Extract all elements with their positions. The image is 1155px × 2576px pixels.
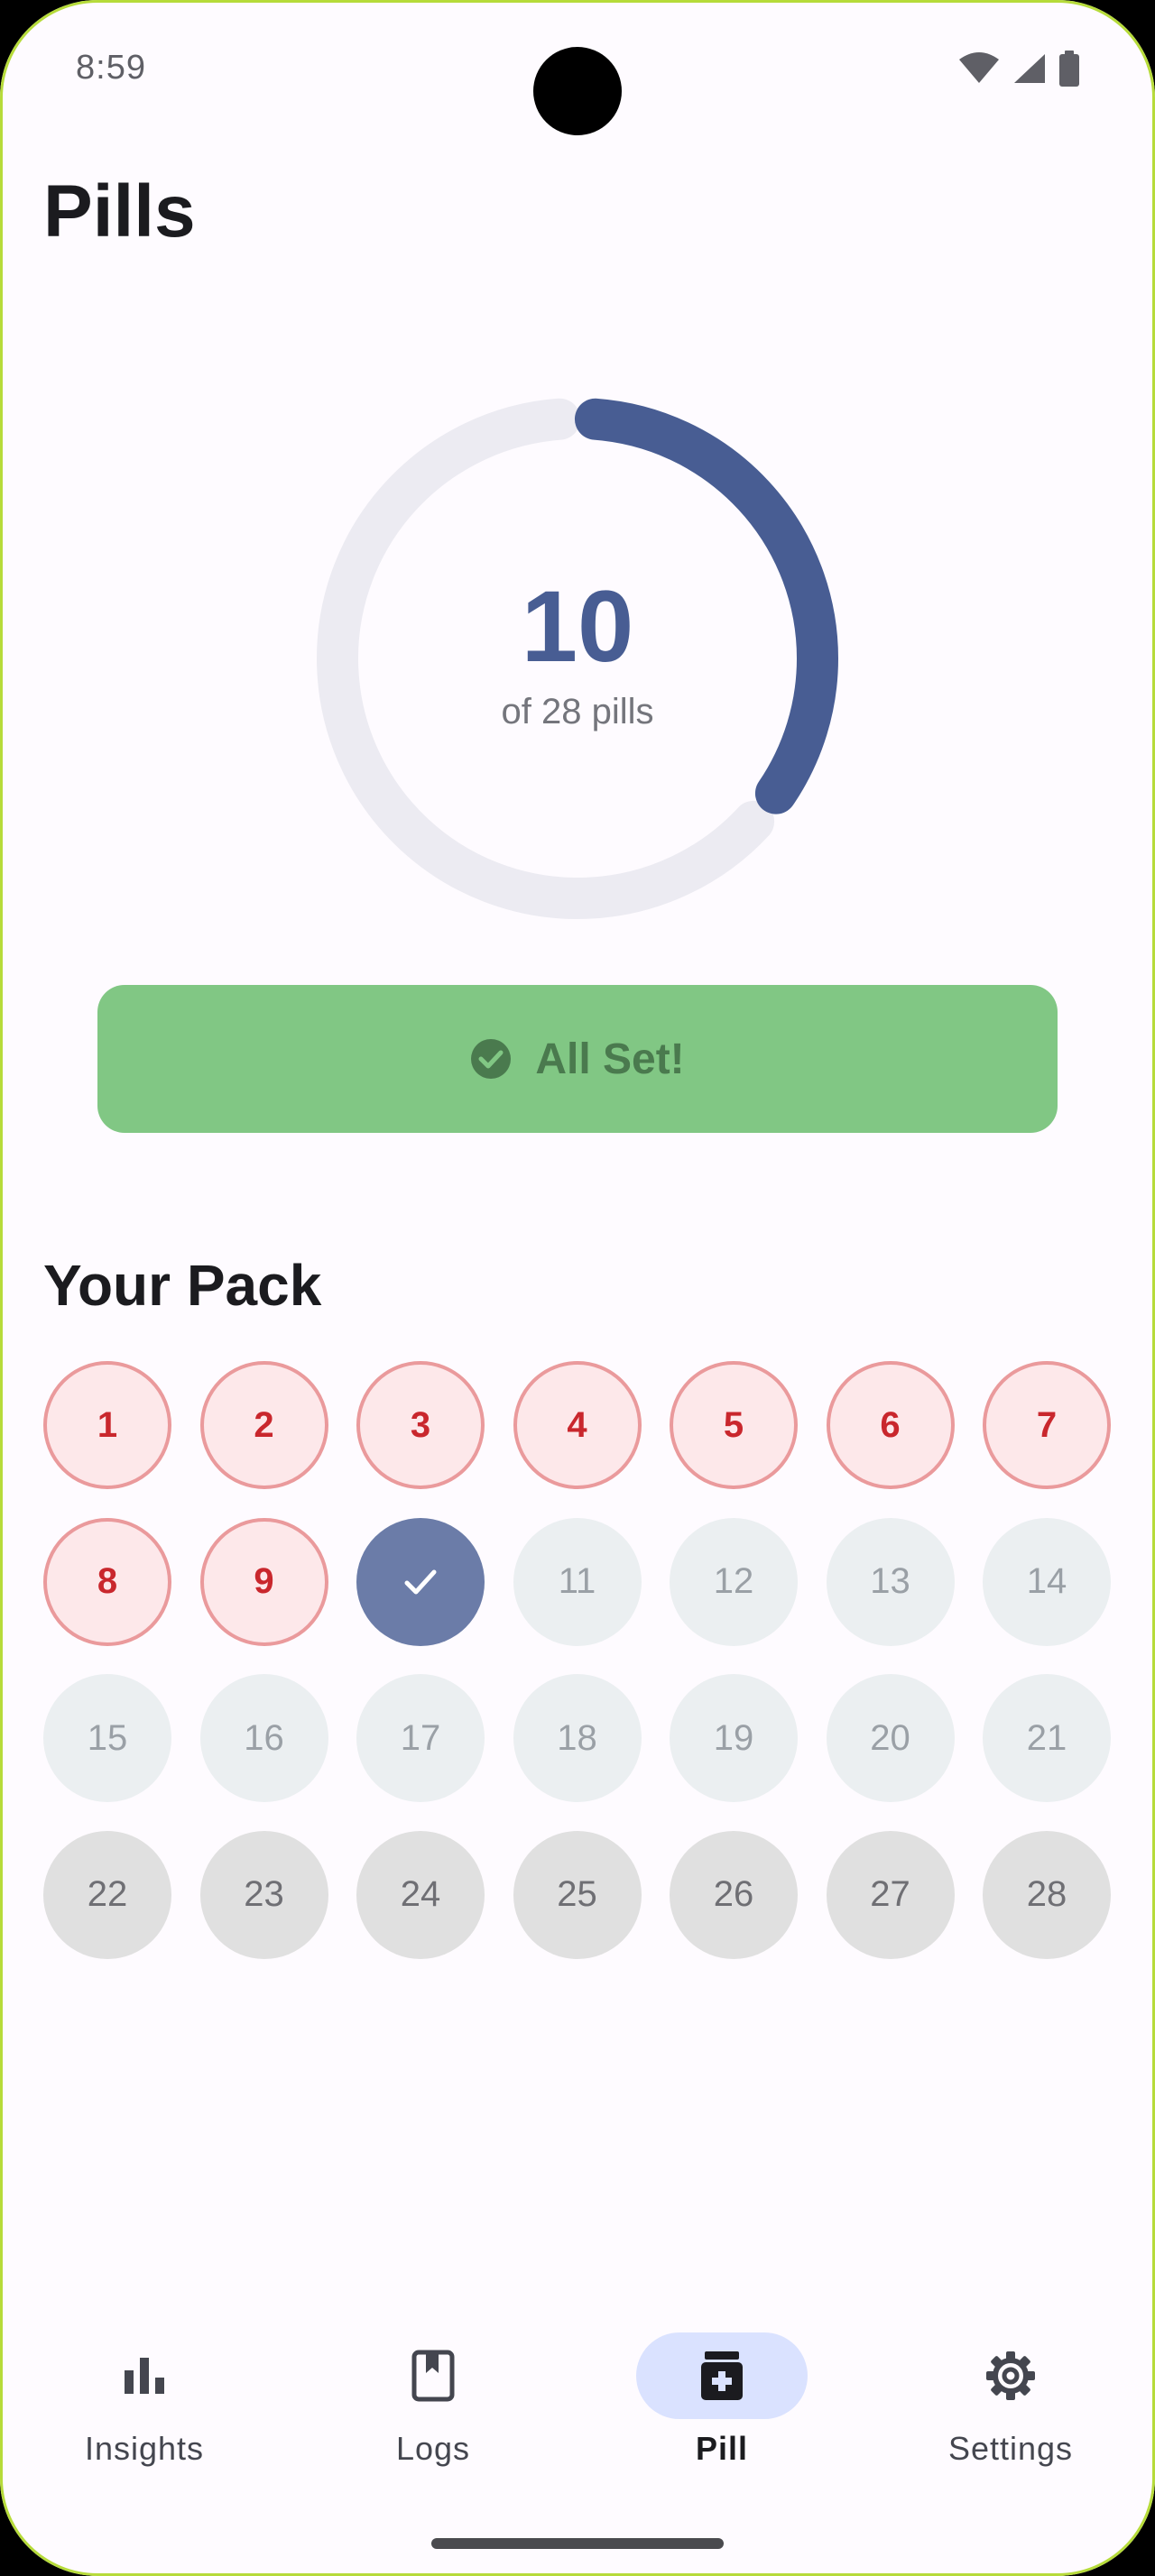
pill-day-23[interactable]: 23: [199, 1830, 328, 1959]
pill-day-number: 18: [557, 1717, 597, 1758]
pill-day-number: 1: [97, 1404, 118, 1445]
nav-item-logs[interactable]: Logs: [289, 2309, 578, 2489]
wifi-icon: [959, 52, 999, 83]
pill-day-number: 9: [254, 1561, 274, 1601]
phone-screen: 8:59 Pills 10 of 28 pills All Set! Your …: [0, 0, 1155, 2576]
pill-day-10[interactable]: [356, 1517, 485, 1646]
pill-day-number: 24: [400, 1874, 441, 1914]
pill-day-14[interactable]: 14: [983, 1517, 1111, 1646]
all-set-label: All Set!: [535, 1035, 685, 1083]
pill-day-number: 12: [713, 1561, 754, 1601]
nav-label-pill: Pill: [695, 2430, 749, 2467]
gear-icon: [986, 2351, 1035, 2400]
nav-icon-container: [347, 2332, 519, 2419]
pill-day-9[interactable]: 9: [199, 1517, 328, 1646]
pill-day-4[interactable]: 4: [513, 1361, 642, 1489]
pill-day-number: 2: [254, 1404, 274, 1445]
pill-day-5[interactable]: 5: [670, 1361, 798, 1489]
pill-day-16[interactable]: 16: [199, 1674, 328, 1802]
section-title-your-pack: Your Pack: [43, 1253, 322, 1318]
pill-day-13[interactable]: 13: [826, 1517, 955, 1646]
pill-day-3[interactable]: 3: [356, 1361, 485, 1489]
home-indicator[interactable]: [431, 2538, 724, 2549]
pill-day-number: 5: [723, 1404, 744, 1445]
pill-day-24[interactable]: 24: [356, 1830, 485, 1959]
medication-icon: [701, 2351, 743, 2400]
pill-day-6[interactable]: 6: [826, 1361, 955, 1489]
pill-day-11[interactable]: 11: [513, 1517, 642, 1646]
pill-day-22[interactable]: 22: [43, 1830, 171, 1959]
pill-day-number: 21: [1026, 1717, 1067, 1758]
pill-day-12[interactable]: 12: [670, 1517, 798, 1646]
progress-ring: 10 of 28 pills: [307, 388, 848, 929]
bottom-navigation: Insights Logs Pill Settings: [0, 2309, 1155, 2489]
pill-day-18[interactable]: 18: [513, 1674, 642, 1802]
pill-day-7[interactable]: 7: [983, 1361, 1111, 1489]
pill-day-8[interactable]: 8: [43, 1517, 171, 1646]
pill-day-number: 7: [1036, 1404, 1058, 1445]
pill-day-number: 4: [567, 1404, 587, 1445]
signal-icon: [1014, 54, 1045, 83]
pill-day-number: 14: [1026, 1561, 1067, 1601]
pill-day-number: 20: [870, 1717, 910, 1758]
pill-day-19[interactable]: 19: [670, 1674, 798, 1802]
pills-total-label: of 28 pills: [501, 691, 654, 731]
nav-item-pill[interactable]: Pill: [578, 2309, 866, 2489]
battery-icon: [1059, 51, 1079, 87]
pill-day-number: 27: [870, 1874, 910, 1914]
pill-day-number: 3: [410, 1404, 431, 1445]
pill-day-20[interactable]: 20: [826, 1674, 955, 1802]
pill-day-number: 26: [713, 1874, 754, 1914]
pill-day-number: 28: [1026, 1874, 1067, 1914]
nav-label-settings: Settings: [947, 2430, 1074, 2467]
page-title: Pills: [43, 170, 196, 253]
check-icon: [404, 1569, 437, 1594]
pill-day-number: 6: [880, 1404, 901, 1445]
pill-day-17[interactable]: 17: [356, 1674, 485, 1802]
pill-day-25[interactable]: 25: [513, 1830, 642, 1959]
pill-day-number: 16: [244, 1717, 284, 1758]
pill-day-number: 8: [97, 1561, 118, 1601]
nav-icon-container: [925, 2332, 1096, 2419]
nav-item-settings[interactable]: Settings: [866, 2309, 1155, 2489]
pills-taken-count: 10: [521, 569, 634, 683]
progress-ring-center: 10 of 28 pills: [307, 388, 848, 929]
nav-label-logs: Logs: [395, 2430, 471, 2467]
nav-icon-container: [636, 2332, 808, 2419]
pill-day-number: 23: [244, 1874, 284, 1914]
pill-day-number: 13: [870, 1561, 910, 1601]
nav-label-insights: Insights: [84, 2430, 205, 2467]
pill-day-number: 19: [713, 1717, 754, 1758]
pill-day-2[interactable]: 2: [199, 1361, 328, 1489]
status-time: 8:59: [76, 49, 146, 87]
pill-day-27[interactable]: 27: [826, 1830, 955, 1959]
bookmark-book-icon: [411, 2350, 455, 2402]
pill-day-number: 11: [558, 1561, 596, 1601]
pill-day-number: 25: [557, 1874, 597, 1914]
pill-day-1[interactable]: 1: [43, 1361, 171, 1489]
nav-icon-container: [59, 2332, 230, 2419]
pill-day-28[interactable]: 28: [983, 1830, 1111, 1959]
all-set-button[interactable]: All Set!: [97, 985, 1058, 1133]
nav-item-insights[interactable]: Insights: [0, 2309, 289, 2489]
check-circle-icon: [471, 1039, 512, 1079]
camera-cutout: [533, 47, 622, 135]
pill-pack-grid: 1 2 3 4 5 6 7 8 9 11 12 13 14 15 16 17 18 19 20 21 22 23 24 25 2…: [43, 1361, 1112, 1959]
pill-day-15[interactable]: 15: [43, 1674, 171, 1802]
pill-day-number: 17: [400, 1717, 441, 1758]
pill-day-number: 15: [87, 1717, 128, 1758]
pill-day-number: 22: [87, 1874, 128, 1914]
pill-day-21[interactable]: 21: [983, 1674, 1111, 1802]
status-icons: [958, 51, 1079, 87]
pill-day-26[interactable]: 26: [670, 1830, 798, 1959]
bar-chart-icon: [125, 2358, 164, 2394]
